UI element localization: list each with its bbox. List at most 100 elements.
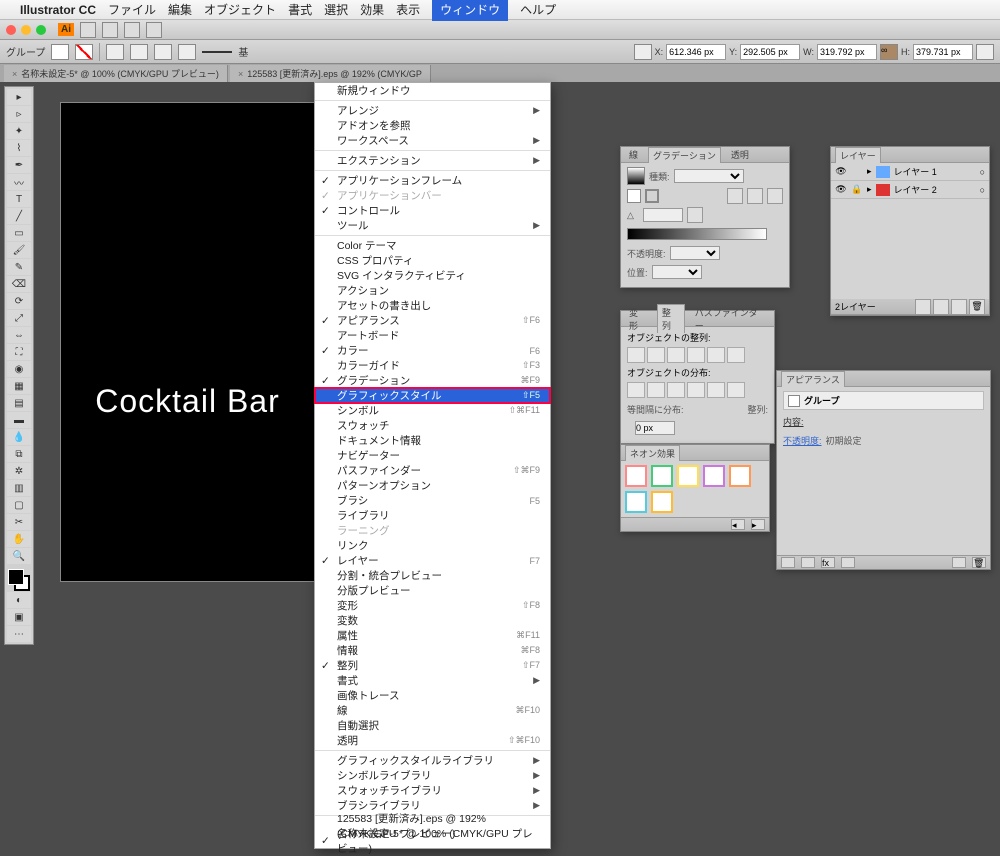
direct-selection-tool-icon[interactable]: ▹ xyxy=(7,106,31,122)
gradient-preview-icon[interactable] xyxy=(627,167,645,185)
menu-item[interactable]: 画像トレース xyxy=(315,688,550,703)
menu-help[interactable]: ヘルプ xyxy=(520,1,556,18)
appearance-panel[interactable]: アピアランス グループ 内容: 不透明度: 初期設定 fx 🗑 xyxy=(776,370,991,570)
width-tool-icon[interactable]: ⇔ xyxy=(7,327,31,343)
ref-point[interactable] xyxy=(634,44,652,60)
align-hcenter-icon[interactable] xyxy=(647,347,665,363)
panel-title[interactable]: ネオン効果 xyxy=(625,445,680,461)
graphic-style-swatch[interactable] xyxy=(677,465,699,487)
angle-input[interactable] xyxy=(643,208,683,222)
menu-item[interactable]: アクション xyxy=(315,283,550,298)
spacing-input[interactable] xyxy=(635,421,675,435)
hand-tool-icon[interactable]: ✋ xyxy=(7,531,31,547)
magic-wand-tool-icon[interactable]: ✦ xyxy=(7,123,31,139)
menu-item[interactable]: SVG インタラクティビティ xyxy=(315,268,550,283)
zoom-tool-icon[interactable]: 🔍 xyxy=(7,548,31,564)
menu-item[interactable]: アセットの書き出し xyxy=(315,298,550,313)
toolbar-button[interactable] xyxy=(124,22,140,38)
visibility-icon[interactable]: 👁 xyxy=(835,184,847,195)
maximize-icon[interactable] xyxy=(36,25,46,35)
gradient-opt-icon[interactable] xyxy=(747,188,763,204)
menu-item[interactable]: カラーガイド⇧F3 xyxy=(315,358,550,373)
fill-stroke-swatch[interactable] xyxy=(8,569,30,591)
layer-name[interactable]: レイヤー 2 xyxy=(894,183,937,196)
menu-item[interactable]: グラフィックスタイル⇧F5 xyxy=(315,388,550,403)
shape-builder-tool-icon[interactable]: ◉ xyxy=(7,361,31,377)
menu-item[interactable]: シンボルライブラリ▶ xyxy=(315,768,550,783)
line-tool-icon[interactable]: ╱ xyxy=(7,208,31,224)
stop-opacity-select[interactable] xyxy=(670,246,720,260)
menu-item[interactable]: 分割・統合プレビュー xyxy=(315,568,550,583)
menu-item[interactable]: ✓コントロール xyxy=(315,203,550,218)
close-tab-icon[interactable]: × xyxy=(12,69,17,79)
graphic-style-swatch[interactable] xyxy=(703,465,725,487)
align-right-icon[interactable] xyxy=(667,347,685,363)
gradient-opt-icon[interactable] xyxy=(767,188,783,204)
slice-tool-icon[interactable]: ✂ xyxy=(7,514,31,530)
panel-tab[interactable]: 線 xyxy=(625,147,642,162)
menu-item[interactable]: グラフィックスタイルライブラリ▶ xyxy=(315,753,550,768)
symbol-sprayer-tool-icon[interactable]: ✲ xyxy=(7,463,31,479)
x-input[interactable] xyxy=(666,44,726,60)
document-tab[interactable]: ×名称未設定-5* @ 100% (CMYK/GPU プレビュー) xyxy=(4,65,228,82)
menu-item[interactable]: ✓アプリケーションフレーム xyxy=(315,173,550,188)
panel-tab[interactable]: 変形 xyxy=(625,305,651,333)
contents-label[interactable]: 内容: xyxy=(783,415,804,428)
eyedropper-tool-icon[interactable]: 💧 xyxy=(7,429,31,445)
dist-bottom-icon[interactable] xyxy=(667,382,685,398)
menu-item[interactable]: ワークスペース▶ xyxy=(315,133,550,148)
menu-item[interactable]: 透明⇧⌘F10 xyxy=(315,733,550,748)
w-input[interactable] xyxy=(817,44,877,60)
perspective-tool-icon[interactable]: ▦ xyxy=(7,378,31,394)
layer-row[interactable]: 👁 🔒 ▸ レイヤー 2 ○ xyxy=(831,181,989,199)
menu-type[interactable]: 書式 xyxy=(288,1,312,18)
align-vcenter-icon[interactable] xyxy=(707,347,725,363)
menu-item[interactable]: 新規ウィンドウ xyxy=(315,83,550,98)
rotate-tool-icon[interactable]: ⟳ xyxy=(7,293,31,309)
stroke-swatch[interactable] xyxy=(75,44,93,60)
app-name[interactable]: Illustrator CC xyxy=(20,3,96,17)
aspect-icon[interactable] xyxy=(687,207,703,223)
menu-item[interactable]: 分版プレビュー xyxy=(315,583,550,598)
menu-item[interactable]: 情報⌘F8 xyxy=(315,643,550,658)
dist-hcenter-icon[interactable] xyxy=(707,382,725,398)
opacity-box[interactable] xyxy=(178,44,196,60)
clear-icon[interactable] xyxy=(841,557,855,568)
menu-item[interactable]: ✓名称未設定-5* @ 100% (CMYK/GPU プレビュー) xyxy=(315,833,550,848)
selection-tool-icon[interactable]: ▸ xyxy=(7,89,31,105)
menu-item[interactable]: スウォッチ xyxy=(315,418,550,433)
lasso-tool-icon[interactable]: ⌇ xyxy=(7,140,31,156)
gradient-opt-icon[interactable] xyxy=(727,188,743,204)
menu-item[interactable]: 書式▶ xyxy=(315,673,550,688)
menu-item[interactable]: アートボード xyxy=(315,328,550,343)
eraser-tool-icon[interactable]: ⌫ xyxy=(7,276,31,292)
graphic-style-swatch[interactable] xyxy=(625,465,647,487)
menu-item[interactable]: シンボル⇧⌘F11 xyxy=(315,403,550,418)
dist-top-icon[interactable] xyxy=(627,382,645,398)
neon-swatches-panel[interactable]: ネオン効果 ◂▸ xyxy=(620,444,770,532)
toolbar-button[interactable] xyxy=(80,22,96,38)
locate-layer-icon[interactable] xyxy=(915,299,931,315)
blend-tool-icon[interactable]: ⧉ xyxy=(7,446,31,462)
close-tab-icon[interactable]: × xyxy=(238,69,243,79)
toolbar-button[interactable] xyxy=(146,22,162,38)
new-sublayer-icon[interactable] xyxy=(933,299,949,315)
menu-file[interactable]: ファイル xyxy=(108,1,156,18)
expand-icon[interactable]: ▸ xyxy=(867,166,872,177)
menu-item[interactable]: ライブラリ xyxy=(315,508,550,523)
layer-name[interactable]: レイヤー 1 xyxy=(894,165,937,178)
menu-item[interactable]: リンク xyxy=(315,538,550,553)
type-tool-icon[interactable]: T xyxy=(7,191,31,207)
minimize-icon[interactable] xyxy=(21,25,31,35)
panel-tab[interactable]: 透明 xyxy=(727,147,753,162)
graphic-style-swatch[interactable] xyxy=(651,465,673,487)
link-wh-icon[interactable]: ∞ xyxy=(880,44,898,60)
menu-item[interactable]: 変数 xyxy=(315,613,550,628)
menu-item[interactable]: エクステンション▶ xyxy=(315,153,550,168)
gradient-slider[interactable] xyxy=(627,228,767,240)
delete-layer-icon[interactable]: 🗑 xyxy=(969,299,985,315)
menu-item[interactable]: 自動選択 xyxy=(315,718,550,733)
menu-item[interactable]: ブラシF5 xyxy=(315,493,550,508)
extra-tool-icon[interactable]: ⋯ xyxy=(7,626,31,642)
menu-item[interactable]: ✓整列⇧F7 xyxy=(315,658,550,673)
